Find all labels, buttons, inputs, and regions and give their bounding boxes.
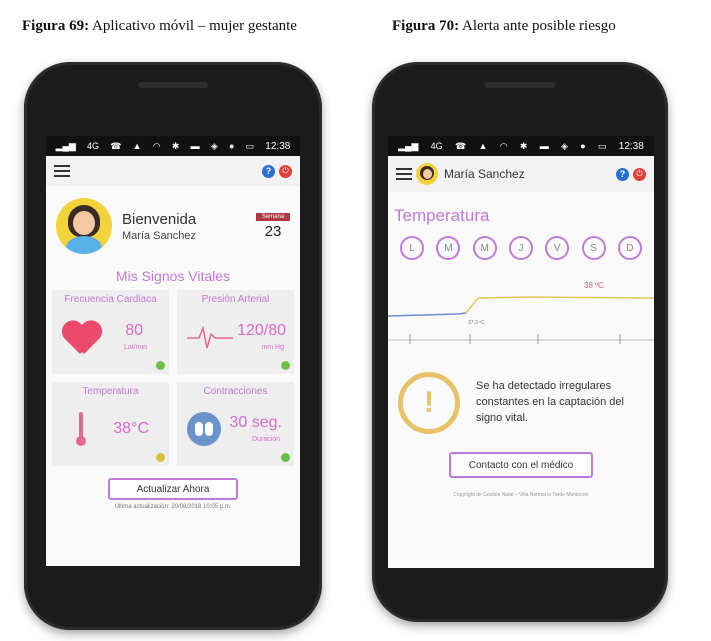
menu-icon[interactable]: [54, 165, 70, 177]
status-bar: ▂▄▆ 4G ☎ ▲ ◠ ✱ ▬ ◈ ● ▭ 12:38: [46, 136, 300, 156]
signal-icon: ▂▄▆: [398, 140, 419, 151]
power-icon[interactable]: ⏻: [279, 164, 292, 178]
app-screen-alert: ▂▄▆ 4G ☎ ▲ ◠ ✱ ▬ ◈ ● ▭ 12:38 María Sanch…: [388, 136, 654, 568]
status-bar: ▂▄▆ 4G ☎ ▲ ◠ ✱ ▬ ◈ ● ▭ 12:38: [388, 136, 654, 156]
network-label: 4G: [87, 141, 100, 151]
vital-value: 120/80: [237, 322, 286, 339]
menu-icon[interactable]: [396, 168, 412, 180]
last-update-text: Última actualización: 20/08/2018 10:05 p…: [114, 504, 232, 510]
app-bar: ? ⏻: [46, 156, 300, 186]
vital-unit: mm Hg: [261, 344, 284, 351]
help-icon[interactable]: ?: [262, 164, 275, 178]
phone-mockup-1: ▂▄▆ 4G ☎ ▲ ◠ ✱ ▬ ◈ ● ▭ 12:38 ? ⏻ Bienven…: [24, 62, 322, 630]
status-indicator-green: [281, 453, 290, 462]
clock: 12:38: [618, 140, 644, 152]
welcome-header: Bienvenida María Sanchez Semana 23: [46, 186, 300, 260]
status-indicator-green: [281, 361, 290, 370]
status-indicator-green: [156, 361, 165, 370]
location-icon: ▲: [478, 141, 488, 151]
power-icon[interactable]: ⏻: [633, 167, 646, 181]
thermometer-icon: [76, 412, 86, 446]
figure-70-text: Alerta ante posible riesgo: [462, 18, 616, 34]
vital-title: Contracciones: [203, 386, 268, 397]
record-icon: ●: [580, 141, 586, 151]
user-name: María Sanchez: [122, 229, 196, 242]
car-icon: ▬: [539, 141, 549, 151]
signal-icon: ▂▄▆: [55, 140, 76, 151]
speaker-grill: [485, 82, 555, 88]
battery-icon: ▭: [245, 140, 255, 151]
bluetooth-icon: ✱: [171, 140, 180, 151]
chart-label-low: 37.3 ºC: [468, 320, 485, 326]
avatar: [56, 198, 112, 254]
wifi-icon: ◠: [499, 140, 508, 151]
figure-69-caption: Figura 69: Aplicativo móvil – mujer gest…: [22, 18, 297, 35]
avatar: [416, 163, 438, 185]
vital-value: 30 seg.: [229, 414, 282, 431]
alert-message: Se ha detectado irregulares constantes e…: [476, 380, 624, 424]
vital-card-heart-rate[interactable]: Frecuencia Cardiaca 80 Lat/min: [52, 290, 169, 374]
car-icon: ▬: [190, 141, 200, 151]
day-button[interactable]: S: [581, 236, 606, 260]
speaker-grill: [138, 82, 208, 88]
section-title: Temperatura: [394, 206, 490, 225]
footnote: Copyright de Gestión Natal – Villa Norma…: [453, 492, 589, 498]
clock: 12:38: [265, 140, 291, 152]
vital-title: Frecuencia Cardiaca: [64, 294, 157, 305]
figure-69-text: Aplicativo móvil – mujer gestante: [92, 18, 297, 34]
day-button[interactable]: D: [617, 236, 642, 260]
pregnancy-week: Semana 23: [256, 212, 290, 240]
section-title: Mis Signos Vitales: [115, 268, 231, 284]
nfc-icon: ◈: [561, 140, 568, 151]
day-button[interactable]: M: [472, 236, 497, 260]
phone-icon: ☎: [110, 140, 122, 151]
vital-unit: Duración: [251, 436, 280, 443]
vital-card-blood-pressure[interactable]: Presión Arterial 120/80 mm Hg: [177, 290, 294, 374]
heart-icon: [62, 322, 102, 358]
weekday-selector: L M M J V S D: [388, 226, 654, 260]
day-button[interactable]: M: [436, 236, 461, 260]
chart-label-high: 38 ºC: [584, 281, 604, 290]
day-button[interactable]: L: [400, 236, 425, 260]
vital-card-contractions[interactable]: Contracciones 30 seg. Duración: [177, 382, 294, 466]
bluetooth-icon: ✱: [519, 140, 528, 151]
battery-icon: ▭: [597, 140, 607, 151]
help-icon[interactable]: ?: [616, 167, 629, 181]
status-indicator-yellow: [156, 453, 165, 462]
warning-icon: !: [398, 372, 460, 434]
vital-value: 80: [125, 322, 143, 339]
temperature-line-chart: 38 ºC 37.3 ºC: [388, 281, 654, 344]
contact-doctor-button[interactable]: Contacto con el médico: [449, 452, 593, 478]
welcome-title: Bienvenida: [122, 210, 197, 228]
week-label: Semana: [256, 212, 290, 221]
vital-unit: Lat/min: [124, 344, 147, 351]
figure-70-caption: Figura 70: Alerta ante posible riesgo: [392, 18, 616, 35]
wifi-icon: ◠: [152, 140, 161, 151]
vital-value: 38°C: [113, 420, 149, 437]
day-button[interactable]: V: [545, 236, 570, 260]
feet-icon: [187, 412, 221, 446]
vital-title: Presión Arterial: [201, 294, 270, 305]
update-now-button[interactable]: Actualizar Ahora: [108, 478, 238, 500]
phone-mockup-2: ▂▄▆ 4G ☎ ▲ ◠ ✱ ▬ ◈ ● ▭ 12:38 María Sanch…: [372, 62, 668, 622]
location-icon: ▲: [132, 141, 142, 151]
record-icon: ●: [228, 141, 235, 151]
figure-69-label: Figura 69:: [22, 18, 90, 34]
nfc-icon: ◈: [210, 140, 218, 151]
day-button[interactable]: J: [508, 236, 533, 260]
vitals-grid: Frecuencia Cardiaca 80 Lat/min Presión A…: [46, 290, 300, 466]
alert-panel: ! Se ha detectado irregulares constantes…: [388, 354, 654, 434]
user-name: María Sanchez: [444, 167, 525, 181]
pulse-icon: [187, 322, 233, 357]
vital-card-temperature[interactable]: Temperatura 38°C: [52, 382, 169, 466]
network-label: 4G: [430, 141, 443, 151]
phone-icon: ☎: [454, 140, 467, 151]
vital-title: Temperatura: [82, 386, 139, 397]
figure-70-label: Figura 70:: [392, 18, 460, 34]
temperature-chart: 38 ºC 37.3 ºC: [388, 264, 654, 354]
app-bar: María Sanchez ? ⏻: [388, 156, 654, 192]
week-value: 23: [264, 222, 282, 240]
app-screen-vitals: ▂▄▆ 4G ☎ ▲ ◠ ✱ ▬ ◈ ● ▭ 12:38 ? ⏻ Bienven…: [46, 136, 300, 566]
